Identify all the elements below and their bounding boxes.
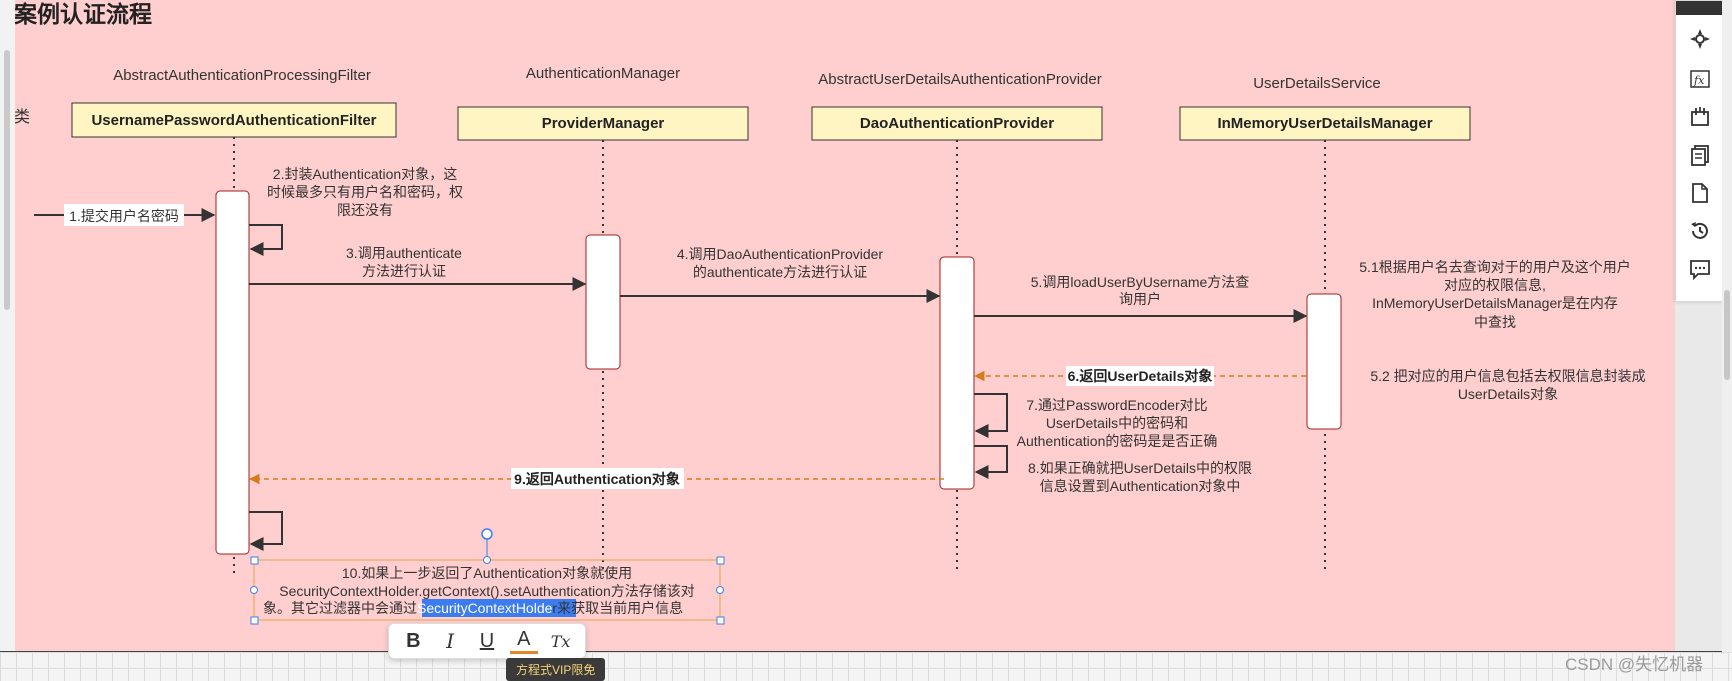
toolbar-top-bar [1676,1,1724,15]
svg-text:fx: fx [1693,74,1705,87]
message-7-line-1: 7.通过PasswordEncoder对比 [1026,397,1207,413]
activation-bar-2[interactable] [585,234,621,370]
message-10-line-3-post: r来获取当前用户信息 [552,600,683,616]
lifeline-1-superclass: AbstractAuthenticationProcessingFilter [113,67,371,84]
note-5-1-line-3: InMemoryUserDetailsManager是在内存 [1372,295,1618,311]
message-7-self-arrow[interactable] [974,393,1008,438]
message-10-line-3-selected[interactable]: SecurityContextHolde [417,600,553,616]
message-3-line-1: 3.调用authenticate [346,245,462,261]
message-4-line-1: 4.调用DaoAuthenticationProvider [677,246,884,262]
message-10-line-2: SecurityContextHolder.getContext().setAu… [279,583,695,599]
font-color-button[interactable]: A [509,628,538,654]
watermark: CSDN @失忆机器 [1565,655,1704,674]
comment-icon[interactable] [1684,253,1716,285]
message-9-label: 9.返回Authentication对象 [514,471,680,487]
pages-icon[interactable] [1684,139,1716,171]
lifeline-4-name: InMemoryUserDetailsManager [1217,115,1432,132]
page-title: 案例认证流程 [15,1,152,27]
message-1-label: 1.提交用户名密码 [69,208,179,224]
lifeline-2-header[interactable]: ProviderManager [457,106,749,141]
message-10-line-3-pre: 象。其它过滤器中会通过 [263,600,417,616]
text-format-toolbar: B I U A Tx [388,623,586,659]
right-toolbar: fx [1675,0,1725,302]
navigate-icon[interactable] [1684,23,1716,55]
lifeline-1-header[interactable]: UsernamePasswordAuthenticationFilter [71,102,397,138]
message-10-textbox[interactable]: 10.如果上一步返回了Authentication对象就使用 SecurityC… [250,528,725,625]
left-scrollbar[interactable] [0,0,16,681]
resize-handle-e[interactable] [716,586,724,594]
rotate-handle[interactable] [481,528,493,540]
activation-bar-4[interactable] [1306,293,1342,430]
message-7-line-3: Authentication的密码是是否正确 [1017,433,1218,449]
message-2-line-1: 2.封装Authentication对象，这 [273,166,457,182]
formula-icon[interactable]: fx [1684,63,1716,95]
resize-handle-se[interactable] [716,616,725,625]
italic-button[interactable]: I [436,627,464,655]
message-2-self-arrow[interactable] [249,224,283,256]
activation-bar-1[interactable] [215,190,250,555]
message-5-line-1: 5.调用loadUserByUsername方法查 [1031,274,1250,290]
message-8-line-1: 8.如果正确就把UserDetails中的权限 [1028,460,1252,476]
activation-bar-3[interactable] [939,256,975,490]
left-scroll-thumb[interactable] [4,50,10,310]
message-10-self-arrow[interactable] [249,511,283,551]
resize-handle-sw[interactable] [250,616,259,625]
message-5-line-2: 询用户 [1119,291,1161,307]
lifeline-3-header[interactable]: DaoAuthenticationProvider [811,106,1103,141]
message-10-line-3: 象。其它过滤器中会通过SecurityContextHolder来获取当前用户信… [263,600,683,616]
message-2-line-3: 限还没有 [337,202,393,218]
canvas-grid-area[interactable] [0,652,1732,681]
right-scroll-thumb[interactable] [1724,290,1730,380]
resize-handle-nw[interactable] [250,556,259,565]
right-scrollbar[interactable] [1722,0,1732,652]
message-7-line-2: UserDetails中的密码和 [1046,415,1188,431]
message-8-line-2: 信息设置到Authentication对象中 [1040,478,1241,494]
note-5-2-line-1: 5.2 把对应的用户信息包括去权限信息封装成 [1370,368,1645,384]
lifeline-2-superclass: AuthenticationManager [526,65,680,82]
vip-tag[interactable]: 方程式VIP限免 [506,658,606,681]
message-6-label: 6.返回UserDetails对象 [1068,368,1213,384]
message-3-line-2: 方法进行认证 [362,263,446,279]
lifeline-1-name: UsernamePasswordAuthenticationFilter [91,112,376,129]
side-fragment: 类 [15,108,30,126]
insert-shape-icon[interactable] [1684,101,1716,133]
note-5-1-line-1: 5.1根据用户名去查询对于的用户及这个用户 [1359,259,1630,275]
lifeline-4-header[interactable]: InMemoryUserDetailsManager [1179,106,1471,141]
message-4-line-2: 的authenticate方法进行认证 [693,264,867,280]
note-5-1-line-4: 中查找 [1474,314,1516,330]
diagram-canvas[interactable]: 案例认证流程 类 AbstractAuthenticationProcessin… [15,0,1675,652]
message-10-line-1: 10.如果上一步返回了Authentication对象就使用 [342,565,632,581]
document-icon[interactable] [1684,177,1716,209]
underline-button[interactable]: U [473,627,501,655]
lifeline-3-superclass: AbstractUserDetailsAuthenticationProvide… [818,71,1101,88]
history-icon[interactable] [1684,215,1716,247]
lifeline-3-name: DaoAuthenticationProvider [860,115,1054,132]
note-5-1-line-2: 对应的权限信息, [1444,277,1546,293]
resize-handle-n[interactable] [483,556,491,564]
resize-handle-w[interactable] [250,586,258,594]
clear-format-button[interactable]: Tx [547,627,575,655]
resize-handle-ne[interactable] [716,556,725,565]
lifeline-4-superclass: UserDetailsService [1253,75,1381,92]
message-2-line-2: 时候最多只有用户名和密码，权 [267,184,463,200]
lifeline-2-name: ProviderManager [542,115,665,132]
note-5-2-line-2: UserDetails对象 [1458,386,1558,402]
bold-button[interactable]: B [399,627,427,655]
message-8-self-arrow[interactable] [974,445,1008,479]
